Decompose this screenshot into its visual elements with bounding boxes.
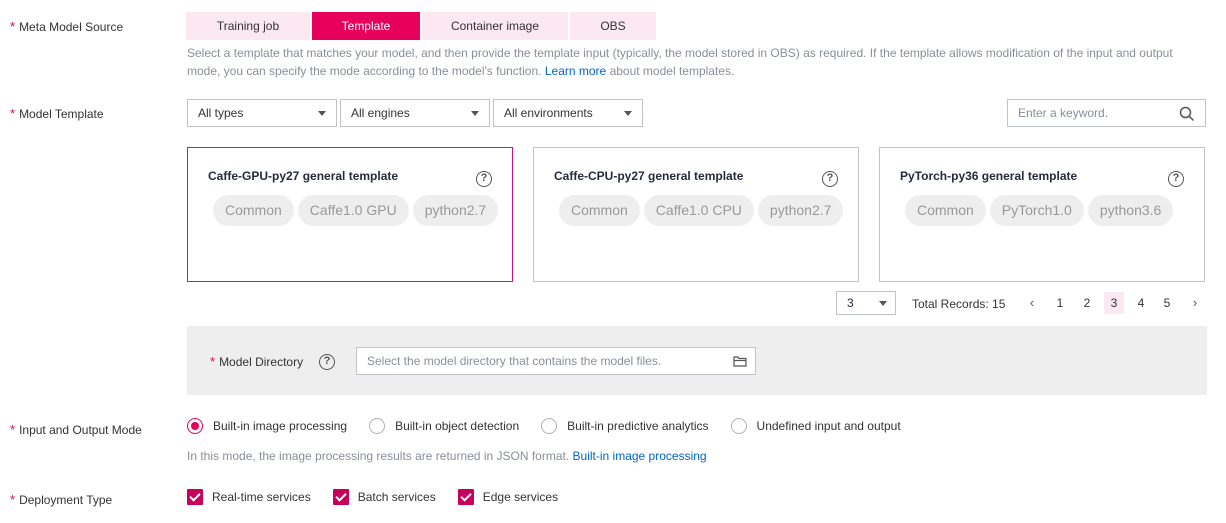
required-marker: *: [10, 422, 16, 437]
help-icon[interactable]: ?: [319, 354, 335, 370]
help-icon[interactable]: ?: [822, 171, 838, 187]
image-processing-link[interactable]: Built-in image processing: [573, 449, 707, 463]
type-filter-value: All types: [198, 106, 244, 120]
page-3[interactable]: 3: [1104, 292, 1124, 314]
page-size-select[interactable]: 3: [836, 291, 896, 315]
radio-predictive-analytics[interactable]: Built-in predictive analytics: [541, 418, 709, 434]
checkbox-edge-services[interactable]: Edge services: [457, 489, 559, 505]
chevron-down-icon: [471, 111, 479, 116]
deployment-type-label: * Deployment Type: [10, 492, 112, 507]
total-records: Total Records: 15: [912, 297, 1006, 311]
environment-filter-value: All environments: [504, 106, 593, 120]
keyword-search: [1007, 99, 1206, 127]
meta-model-source-label-text: Meta Model Source: [19, 20, 124, 34]
chevron-down-icon: [879, 301, 887, 306]
chevron-down-icon: [624, 111, 632, 116]
tab-template[interactable]: Template: [312, 12, 420, 40]
radio-dot: [369, 418, 386, 434]
help-icon[interactable]: ?: [476, 171, 492, 187]
type-filter-select[interactable]: All types: [187, 99, 337, 127]
page-size-value: 3: [847, 296, 854, 310]
engine-filter-select[interactable]: All engines: [340, 99, 490, 127]
deployment-type-label-text: Deployment Type: [19, 493, 113, 507]
template-card[interactable]: PyTorch-py36 general template ? Common P…: [879, 147, 1205, 282]
model-directory-label: * Model Directory: [210, 354, 303, 369]
radio-label: Undefined input and output: [756, 419, 901, 433]
template-card-tags: Common Caffe1.0 GPU python2.7: [213, 195, 503, 230]
radio-undefined-io[interactable]: Undefined input and output: [730, 418, 901, 434]
engine-filter-value: All engines: [351, 106, 410, 120]
io-mode-label: * Input and Output Mode: [10, 422, 142, 437]
meta-model-source-label: * Meta Model Source: [10, 19, 123, 34]
page-2[interactable]: 2: [1077, 292, 1097, 314]
checkbox-label: Real-time services: [212, 490, 311, 504]
template-tag: Caffe1.0 GPU: [297, 195, 409, 226]
keyword-search-input[interactable]: [1008, 100, 1168, 126]
template-tag: python3.6: [1087, 195, 1174, 226]
template-card[interactable]: Caffe-CPU-py27 general template ? Common…: [533, 147, 859, 282]
meta-source-hint-tail: about model templates.: [609, 64, 735, 78]
next-page-icon[interactable]: ›: [1188, 292, 1202, 314]
io-mode-radio-group: Built-in image processing Built-in objec…: [187, 418, 923, 434]
radio-image-processing[interactable]: Built-in image processing: [187, 418, 347, 434]
io-mode-label-text: Input and Output Mode: [19, 423, 142, 437]
template-card-tags: Common Caffe1.0 CPU python2.7: [559, 195, 849, 230]
radio-dot: [730, 418, 747, 434]
template-tag: Common: [213, 195, 294, 226]
checkbox-real-time-services[interactable]: Real-time services: [187, 489, 311, 505]
checkbox-checked-icon: [332, 489, 349, 505]
checkbox-label: Batch services: [357, 490, 436, 504]
model-directory-input[interactable]: [357, 348, 717, 374]
model-template-label: * Model Template: [10, 106, 104, 121]
checkbox-checked-icon: [457, 489, 474, 505]
radio-label: Built-in image processing: [213, 419, 348, 433]
radio-label: Built-in object detection: [395, 419, 520, 433]
radio-object-detection[interactable]: Built-in object detection: [369, 418, 519, 434]
meta-source-hint: Select a template that matches your mode…: [187, 44, 1187, 80]
template-card-title: Caffe-CPU-py27 general template: [554, 169, 744, 183]
help-icon[interactable]: ?: [1168, 171, 1184, 187]
required-marker: *: [210, 354, 216, 369]
required-marker: *: [10, 106, 16, 121]
model-directory-panel: * Model Directory ?: [187, 326, 1207, 395]
io-mode-hint: In this mode, the image processing resul…: [187, 447, 707, 465]
required-marker: *: [10, 492, 16, 507]
template-tag: PyTorch1.0: [989, 195, 1084, 226]
learn-more-link[interactable]: Learn more: [545, 64, 606, 78]
model-directory-label-text: Model Directory: [219, 355, 304, 369]
meta-source-tabs: Training job Template Container image OB…: [186, 12, 658, 40]
radio-dot: [187, 418, 203, 434]
io-mode-hint-text: In this mode, the image processing resul…: [187, 449, 570, 463]
tab-container-image[interactable]: Container image: [422, 12, 568, 40]
environment-filter-select[interactable]: All environments: [493, 99, 643, 127]
checkbox-batch-services[interactable]: Batch services: [332, 489, 436, 505]
prev-page-icon[interactable]: ‹: [1025, 292, 1039, 314]
deployment-checkbox-group: Real-time services Batch services Edge s…: [187, 489, 580, 505]
page-5[interactable]: 5: [1157, 292, 1177, 314]
model-directory-field: [356, 347, 756, 375]
folder-icon[interactable]: [733, 354, 747, 371]
radio-label: Built-in predictive analytics: [567, 419, 709, 433]
template-tag: python2.7: [757, 195, 844, 226]
page-1[interactable]: 1: [1050, 292, 1070, 314]
template-tag: python2.7: [412, 195, 499, 226]
checkbox-label: Edge services: [482, 490, 559, 504]
template-tag: Common: [559, 195, 640, 226]
template-card[interactable]: Caffe-GPU-py27 general template ? Common…: [187, 147, 513, 282]
template-card-tags: Common PyTorch1.0 python3.6: [905, 195, 1195, 230]
required-marker: *: [10, 19, 16, 34]
tab-training-job[interactable]: Training job: [186, 12, 310, 40]
model-template-label-text: Model Template: [19, 107, 104, 121]
chevron-down-icon: [318, 111, 326, 116]
template-card-title: Caffe-GPU-py27 general template: [208, 169, 399, 183]
radio-dot: [541, 418, 558, 434]
checkbox-checked-icon: [187, 489, 203, 505]
template-card-title: PyTorch-py36 general template: [900, 169, 1078, 183]
template-tag: Caffe1.0 CPU: [643, 195, 754, 226]
search-icon[interactable]: [1179, 106, 1195, 125]
template-tag: Common: [905, 195, 986, 226]
tab-obs[interactable]: OBS: [570, 12, 656, 40]
page-4[interactable]: 4: [1131, 292, 1151, 314]
